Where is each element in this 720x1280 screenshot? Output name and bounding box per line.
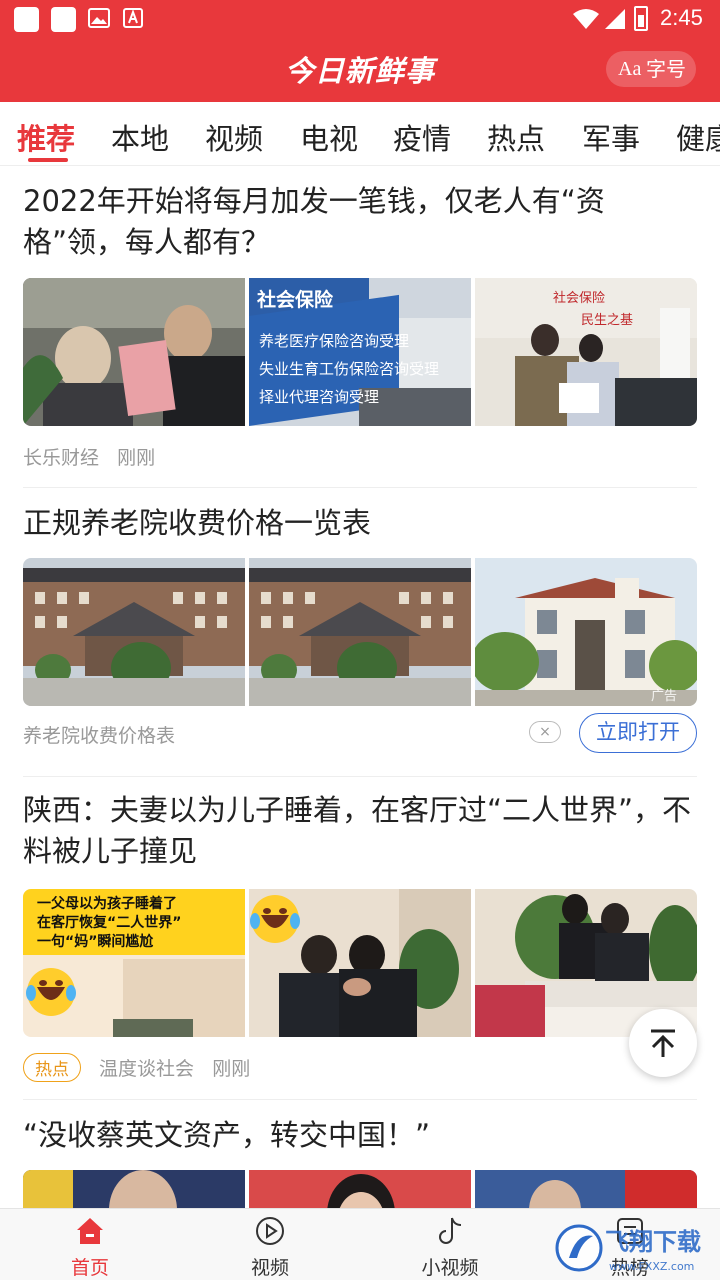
app-notification-icon xyxy=(123,8,143,28)
nav-video[interactable]: 视频 xyxy=(220,1209,320,1280)
hot-badge: 热点 xyxy=(23,1053,81,1082)
signal-icon xyxy=(605,9,625,29)
article-meta: 热点 温度谈社会 刚刚 xyxy=(23,1053,250,1082)
article-source: 温度谈社会 xyxy=(99,1058,195,1080)
back-to-top-button[interactable] xyxy=(629,1009,697,1077)
article-images[interactable] xyxy=(23,1170,697,1208)
ad-thumbnail[interactable] xyxy=(249,558,471,706)
ad-close-button[interactable]: × xyxy=(529,721,561,743)
arrow-up-icon xyxy=(651,1029,675,1057)
article-thumbnail[interactable] xyxy=(23,1170,245,1208)
article-title[interactable]: 2022年开始将每月加发一笔钱，仅老人有“资格”领，每人都有？ xyxy=(23,181,697,263)
divider xyxy=(23,1099,697,1100)
article-thumbnail[interactable]: 社会保险 民生之基 xyxy=(475,278,697,426)
article-thumbnail[interactable]: 社会保险 养老医疗保险咨询受理 失业生育工伤保险咨询受理 择业代理咨询受理 xyxy=(249,278,471,426)
article-item[interactable]: 陕西：夫妻以为儿子睡着，在客厅过“二人世界”，不料被儿子撞见 一父母以为孩子睡着… xyxy=(23,790,697,1090)
status-time: 2:45 xyxy=(660,5,703,30)
ad-thumbnail[interactable]: 广告 xyxy=(475,558,697,706)
music-note-icon xyxy=(439,1217,462,1244)
nav-home-label: 首页 xyxy=(70,1257,109,1279)
ad-source: 养老院收费价格表 xyxy=(23,725,176,747)
play-icon xyxy=(256,1217,284,1245)
pension-sign-text: 失业生育工伤保险咨询受理 xyxy=(259,360,439,378)
category-tabs: 推荐 本地 视频 电视 疫情 热点 军事 健康 xyxy=(0,102,720,166)
home-icon xyxy=(77,1218,103,1244)
article-thumbnail[interactable]: 一父母以为孩子睡着了 在客厅恢复“二人世界” 一句“妈”瞬间尴尬 xyxy=(23,889,245,1037)
app-root: 2:45 今日新鲜事 Aa 字号 推荐 本地 视频 电视 疫情 热点 军事 健康… xyxy=(0,0,720,1280)
nav-short-video-label: 小视频 xyxy=(421,1257,479,1279)
article-thumbnail[interactable] xyxy=(249,1170,471,1208)
image-caption: 一父母以为孩子睡着了 xyxy=(37,895,177,912)
divider xyxy=(23,487,697,488)
status-bar: 2:45 xyxy=(0,0,720,38)
tab-epidemic[interactable]: 疫情 xyxy=(393,116,451,158)
article-item[interactable]: 2022年开始将每月加发一笔钱，仅老人有“资格”领，每人都有？ 社会保险 养老医… xyxy=(23,181,697,481)
watermark-text: 飞翔下载 xyxy=(605,1228,701,1256)
pension-sign-text: 择业代理咨询受理 xyxy=(259,388,379,406)
article-item[interactable]: “没收蔡英文资产，转交中国！” xyxy=(23,1115,697,1208)
watermark-logo: 飞翔下载 www.FXXZ.com xyxy=(555,1224,701,1273)
nav-video-label: 视频 xyxy=(250,1257,289,1279)
font-size-icon: Aa xyxy=(618,58,642,80)
article-time: 刚刚 xyxy=(212,1058,251,1080)
ad-thumbnail[interactable] xyxy=(23,558,245,706)
active-tab-indicator xyxy=(28,158,68,162)
nav-short-video[interactable]: 小视频 xyxy=(400,1209,500,1280)
nav-home[interactable]: 首页 xyxy=(40,1209,140,1280)
ad-label: 广告 xyxy=(651,689,677,704)
image-caption: 在客厅恢复“二人世界” xyxy=(37,914,181,931)
font-size-label: 字号 xyxy=(646,57,686,81)
notification-icon xyxy=(51,7,76,32)
tab-recommend[interactable]: 推荐 xyxy=(17,116,75,158)
article-thumbnail[interactable] xyxy=(23,278,245,426)
battery-icon xyxy=(634,6,648,31)
tab-video[interactable]: 视频 xyxy=(205,116,263,158)
article-time: 刚刚 xyxy=(117,447,156,469)
article-images[interactable]: 社会保险 养老医疗保险咨询受理 失业生育工伤保险咨询受理 择业代理咨询受理 社会… xyxy=(23,278,697,426)
ad-open-button[interactable]: 立即打开 xyxy=(579,713,697,753)
tab-local[interactable]: 本地 xyxy=(111,116,169,158)
ad-images[interactable]: 广告 xyxy=(23,558,697,706)
app-header: 2:45 今日新鲜事 Aa 字号 xyxy=(0,0,720,102)
tab-tv[interactable]: 电视 xyxy=(300,116,358,158)
pension-sign-text: 社会保险 xyxy=(256,288,334,311)
article-images[interactable]: 一父母以为孩子睡着了 在客厅恢复“二人世界” 一句“妈”瞬间尴尬 xyxy=(23,889,697,1037)
article-source: 长乐财经 xyxy=(23,447,100,469)
watermark-url: www.FXXZ.com xyxy=(609,1260,694,1273)
ad-title[interactable]: 正规养老院收费价格一览表 xyxy=(23,503,697,544)
wall-text: 社会保险 xyxy=(553,290,605,306)
image-caption: 一句“妈”瞬间尴尬 xyxy=(37,933,153,950)
article-meta: 长乐财经 刚刚 xyxy=(23,443,155,470)
article-title[interactable]: “没收蔡英文资产，转交中国！” xyxy=(23,1115,697,1156)
tab-military[interactable]: 军事 xyxy=(582,116,640,158)
gallery-icon xyxy=(88,8,110,28)
wall-text: 民生之基 xyxy=(581,313,633,328)
wifi-icon xyxy=(573,9,599,29)
pension-sign-text: 养老医疗保险咨询受理 xyxy=(259,332,409,350)
article-thumbnail[interactable] xyxy=(249,889,471,1037)
tab-health[interactable]: 健康 xyxy=(676,116,720,158)
font-size-button[interactable]: Aa 字号 xyxy=(606,51,696,87)
article-title[interactable]: 陕西：夫妻以为儿子睡着，在客厅过“二人世界”，不料被儿子撞见 xyxy=(23,790,697,872)
ad-item[interactable]: 正规养老院收费价格一览表 广告 养老院收费价格表 × 立即打开 xyxy=(23,503,697,763)
ad-meta: 养老院收费价格表 xyxy=(23,721,175,748)
news-feed[interactable]: 2022年开始将每月加发一笔钱，仅老人有“资格”领，每人都有？ 社会保险 养老医… xyxy=(0,166,720,1208)
article-thumbnail[interactable] xyxy=(475,1170,697,1208)
tab-hot[interactable]: 热点 xyxy=(487,116,545,158)
divider xyxy=(23,776,697,777)
notification-icon xyxy=(14,7,39,32)
